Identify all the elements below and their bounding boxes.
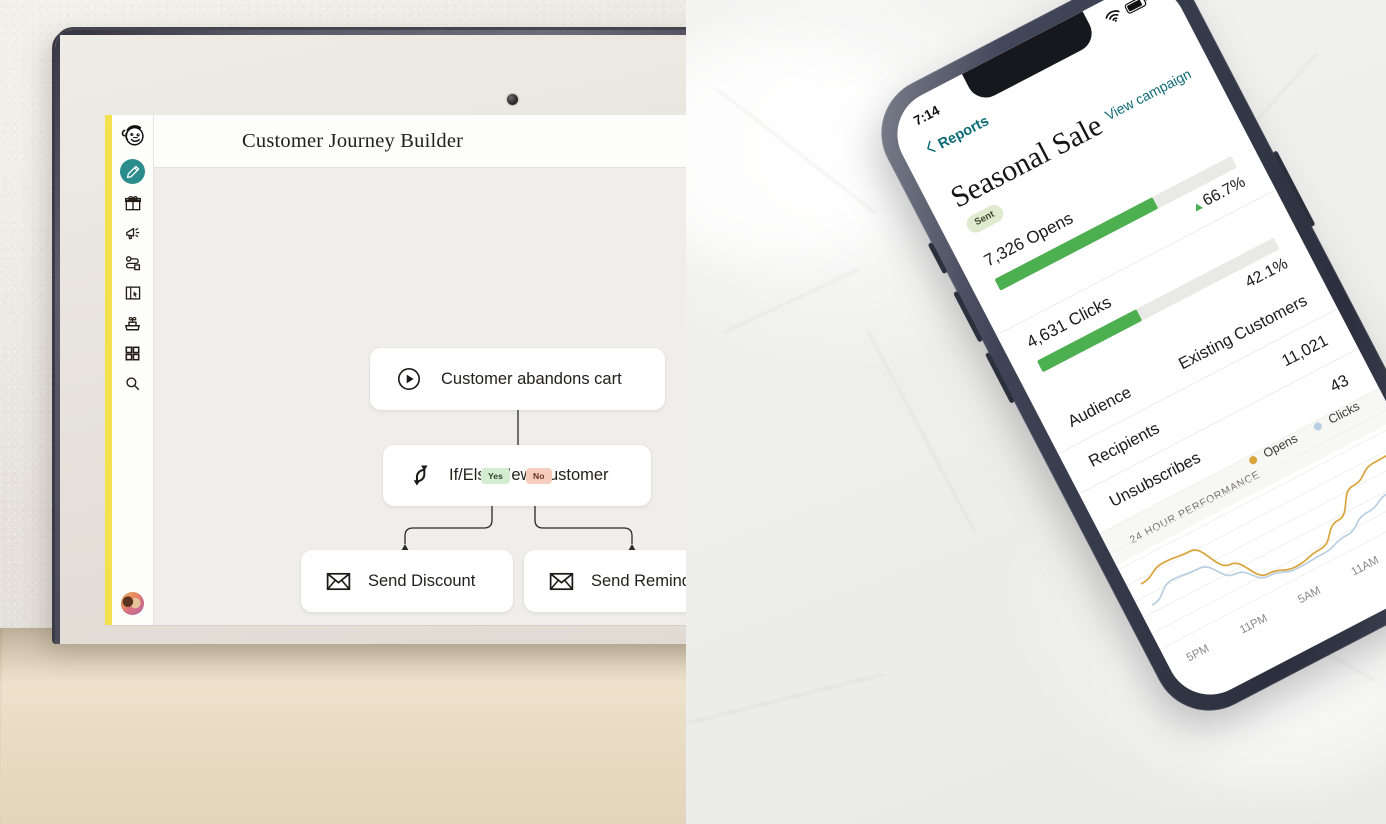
flow-node-send-discount[interactable]: Send Discount (301, 550, 513, 612)
brand-accent-rail (105, 115, 112, 625)
view-campaign-link[interactable]: View campaign (1102, 65, 1193, 123)
sidebar-item-automations[interactable] (120, 220, 146, 246)
flow-node-label: Send Reminder (591, 571, 686, 590)
branch-chip-yes: Yes (481, 468, 510, 484)
trend-up-icon (1192, 201, 1203, 212)
branch-split-icon (409, 464, 432, 487)
flow-node-label: Customer abandons cart (441, 369, 622, 388)
sidebar-item-search[interactable] (120, 370, 146, 396)
flow-node-trigger[interactable]: Customer abandons cart (370, 348, 665, 410)
chevron-left-icon (924, 140, 939, 159)
webcam-icon (507, 94, 518, 105)
laptop-lid: Customer Journey Builder Customer abando… (55, 30, 686, 644)
x-tick-label: 5PM (1184, 642, 1212, 665)
lid-left-edge (55, 30, 60, 644)
x-tick-label: 11AM (1349, 554, 1381, 579)
app-sidebar (112, 115, 154, 625)
app-header: Customer Journey Builder (154, 115, 686, 168)
play-circle-icon (397, 367, 421, 391)
detail-value: 43 (1327, 371, 1352, 396)
sidebar-item-journeys[interactable] (120, 250, 146, 276)
page-title: Customer Journey Builder (242, 129, 464, 152)
detail-value: 11,021 (1278, 331, 1331, 371)
x-tick-label: 11PM (1238, 612, 1270, 637)
status-time: 7:14 (910, 102, 942, 128)
marble-vein (722, 268, 860, 334)
sidebar-item-campaigns[interactable] (120, 190, 146, 216)
marble-vein (686, 673, 883, 729)
mailchimp-app-window: Customer Journey Builder Customer abando… (105, 115, 686, 625)
smartphone-device: 7:14 Reports View campaign Seasonal Sale… (855, 0, 1386, 749)
sidebar-item-website[interactable] (120, 280, 146, 306)
laptop-photo-panel: Customer Journey Builder Customer abando… (0, 0, 686, 824)
sidebar-item-create[interactable] (120, 159, 145, 184)
legend-swatch (1312, 421, 1324, 432)
envelope-icon (549, 569, 574, 594)
x-tick-label: 5AM (1296, 584, 1323, 607)
sidebar-item-store[interactable] (120, 310, 146, 336)
legend-swatch (1247, 454, 1259, 466)
status-indicators (1103, 0, 1151, 28)
marble-vein (866, 328, 976, 534)
flow-node-label: Send Discount (368, 571, 476, 590)
phone-photo-panel: 7:14 Reports View campaign Seasonal Sale… (686, 0, 1386, 824)
avatar[interactable] (121, 592, 144, 615)
journey-canvas[interactable]: Customer abandons cart If/Else New Custo… (154, 168, 686, 625)
lid-top-edge (55, 30, 686, 35)
flow-node-branch[interactable]: If/Else New Customer (383, 445, 651, 506)
envelope-icon (326, 569, 351, 594)
sidebar-item-integrations[interactable] (120, 340, 146, 366)
battery-icon (1123, 0, 1151, 18)
wifi-icon (1103, 7, 1124, 28)
branch-chip-no: No (526, 468, 552, 484)
mailchimp-freddie-logo[interactable] (118, 120, 148, 150)
composite-photo-stage: Customer Journey Builder Customer abando… (0, 0, 1386, 824)
flow-node-send-reminder[interactable]: Send Reminder (524, 550, 686, 612)
